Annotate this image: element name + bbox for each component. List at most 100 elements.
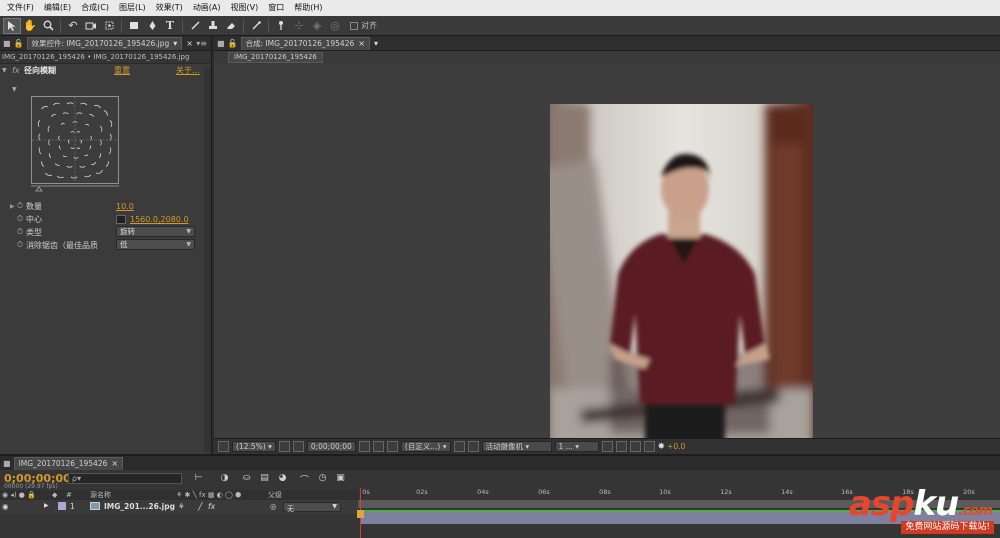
rotate-tool-icon[interactable]: ↶ [64,18,82,34]
source-name-header[interactable]: 源名称 [90,490,111,500]
panel-menu-icon[interactable]: ▾≡ [196,39,207,48]
type-dropdown[interactable]: 旋转 ▼ [116,226,195,237]
menu-layer[interactable]: 图层(L) [114,0,151,16]
magnification-dropdown[interactable]: (12.5%) ▾ [232,441,276,452]
playhead-handle[interactable] [357,510,364,518]
region-of-interest-icon[interactable] [292,441,304,452]
brainstorm-icon[interactable]: ▣ [334,473,347,485]
timeline-search-input[interactable]: ρ▾ [68,473,182,484]
tab-composition[interactable]: 合成: IMG_20170126_195426 × [240,36,370,50]
menu-edit[interactable]: 编辑(E) [39,0,76,16]
timeline-link-icon[interactable] [629,441,641,452]
comp-flowchart-icon[interactable] [643,441,655,452]
reset-link[interactable]: 重置 [114,65,130,76]
stopwatch-icon[interactable]: ⏱ [14,240,26,250]
parent-dropdown[interactable]: 无 ▼ [283,502,341,513]
rectangle-tool-icon[interactable] [125,18,143,34]
preview-slider[interactable] [31,184,119,192]
grid-icon[interactable] [278,441,290,452]
menu-window[interactable]: 窗口 [263,0,289,16]
close-icon[interactable]: × [358,39,365,48]
view-layout-dropdown[interactable]: 1 ... ▾ [554,441,599,452]
brush-tool-icon[interactable] [186,18,204,34]
lock-icon[interactable]: 🔓 [228,39,238,48]
hand-tool-icon[interactable]: ✋ [21,18,39,34]
menu-composition[interactable]: 合成(C) [76,0,114,16]
preview-expand-triangle-icon[interactable]: ▼ [12,86,17,93]
tab-timeline[interactable]: IMG_20170126_195426 × [13,456,124,470]
shy-switch-icon[interactable]: ⚘ [178,502,185,511]
toolbar-divider [182,18,183,33]
roto-brush-tool-icon[interactable] [247,18,265,34]
playhead[interactable] [357,488,364,538]
resolution-dropdown[interactable]: (自定义...) ▾ [400,441,451,452]
camera-snapshot-icon[interactable] [358,441,370,452]
menu-help[interactable]: 帮助(H) [289,0,327,16]
menu-animation[interactable]: 动画(A) [188,0,226,16]
tab-dropdown-icon[interactable]: ▾ [374,39,378,48]
eraser-tool-icon[interactable] [222,18,240,34]
frame-blending-icon[interactable]: ▤ [258,473,271,485]
close-icon[interactable]: × [186,39,193,48]
parent-header: 父级 [268,491,282,499]
effect-controls-tab-label: 效果控件: IMG_20170126_195426.jpg [31,39,170,48]
layer-label-color[interactable] [58,502,66,510]
antialias-dropdown[interactable]: 低 ▼ [116,239,195,250]
camera-tool-icon[interactable] [82,18,100,34]
pen-tool-icon[interactable] [143,18,161,34]
toggle-pixel-aspect-icon[interactable] [601,441,613,452]
pan-behind-tool-icon[interactable] [100,18,118,34]
tab-dropdown-icon[interactable]: ▾ [173,39,177,48]
menu-view[interactable]: 视图(V) [226,0,264,16]
expand-triangle-icon[interactable]: ▶ [44,502,49,509]
stopwatch-icon[interactable]: ⏱ [14,214,26,224]
graph-editor-icon[interactable]: ⌒ [298,473,311,486]
selection-tool-icon[interactable] [3,17,21,34]
zoom-tool-icon[interactable] [39,18,57,34]
radial-blur-preview[interactable] [31,96,119,184]
effect-controls-panel: ■ 🔓 效果控件: IMG_20170126_195426.jpg ▾ × ▾≡… [0,36,212,454]
composition-viewer[interactable] [214,64,1000,454]
pickwhip-icon[interactable]: ◎ [270,502,277,511]
stopwatch-icon[interactable]: ⏱ [14,227,26,237]
exposure-reset-icon[interactable]: ✸ [658,442,666,452]
transparency-grid-icon[interactable] [467,441,479,452]
lock-icon[interactable]: 🔓 [14,39,24,48]
expand-triangle-icon[interactable]: ▼ [2,67,12,74]
close-icon[interactable]: × [111,459,118,468]
current-time-field[interactable]: 0;00;00;00 [306,441,356,452]
prop-amount-value[interactable]: 10.0 [116,202,134,211]
text-tool-icon[interactable]: T [161,18,179,34]
expand-triangle-icon[interactable]: ▶ [0,203,15,210]
prop-center-row: ⏱ 中心 1560.0,2080.0 [0,213,196,225]
stopwatch-icon[interactable]: ⏱ [14,201,26,211]
menu-file[interactable]: 文件(F) [2,0,39,16]
hide-shy-layers-icon[interactable]: ⛀ [240,473,253,485]
visibility-eye-icon[interactable]: ◉ [2,502,9,511]
show-snapshot-icon[interactable] [372,441,384,452]
layer-name[interactable]: IMG_201...26.jpg [104,502,175,511]
camera-dropdown[interactable]: 活动摄像机 ▾ [481,441,552,452]
clone-stamp-tool-icon[interactable] [204,18,222,34]
align-checkbox[interactable] [350,21,358,30]
motion-blur-icon[interactable]: ◕ [276,473,289,485]
menu-effect[interactable]: 效果(T) [151,0,188,16]
fast-previews-icon[interactable] [615,441,627,452]
fast-preview-icon[interactable] [453,441,465,452]
prop-center-value[interactable]: 1560.0,2080.0 [130,215,189,224]
channel-icon[interactable] [386,441,398,452]
always-preview-icon[interactable] [218,441,229,452]
puppet-pin-tool-icon[interactable] [272,18,290,34]
comp-mini-flowchart-icon[interactable]: ⊢ [192,473,205,485]
effect-controls-scrollbar[interactable] [204,66,211,452]
draft-3d-icon[interactable]: ◑ [218,473,231,485]
about-link[interactable]: 关于... [176,65,200,76]
composition-breadcrumb[interactable]: IMG_20170126_195426 [228,52,323,63]
crosshair-target-icon[interactable] [116,214,126,224]
tab-effect-controls[interactable]: 效果控件: IMG_20170126_195426.jpg ▾ [26,36,183,50]
effect-switch-icon[interactable]: fx [208,502,215,511]
quality-switch-icon[interactable]: ╱ [198,502,203,511]
auto-keyframe-icon[interactable]: ◷ [316,473,329,485]
exposure-value[interactable]: +0.0 [667,442,685,451]
fx-toggle[interactable]: fx [12,66,24,75]
